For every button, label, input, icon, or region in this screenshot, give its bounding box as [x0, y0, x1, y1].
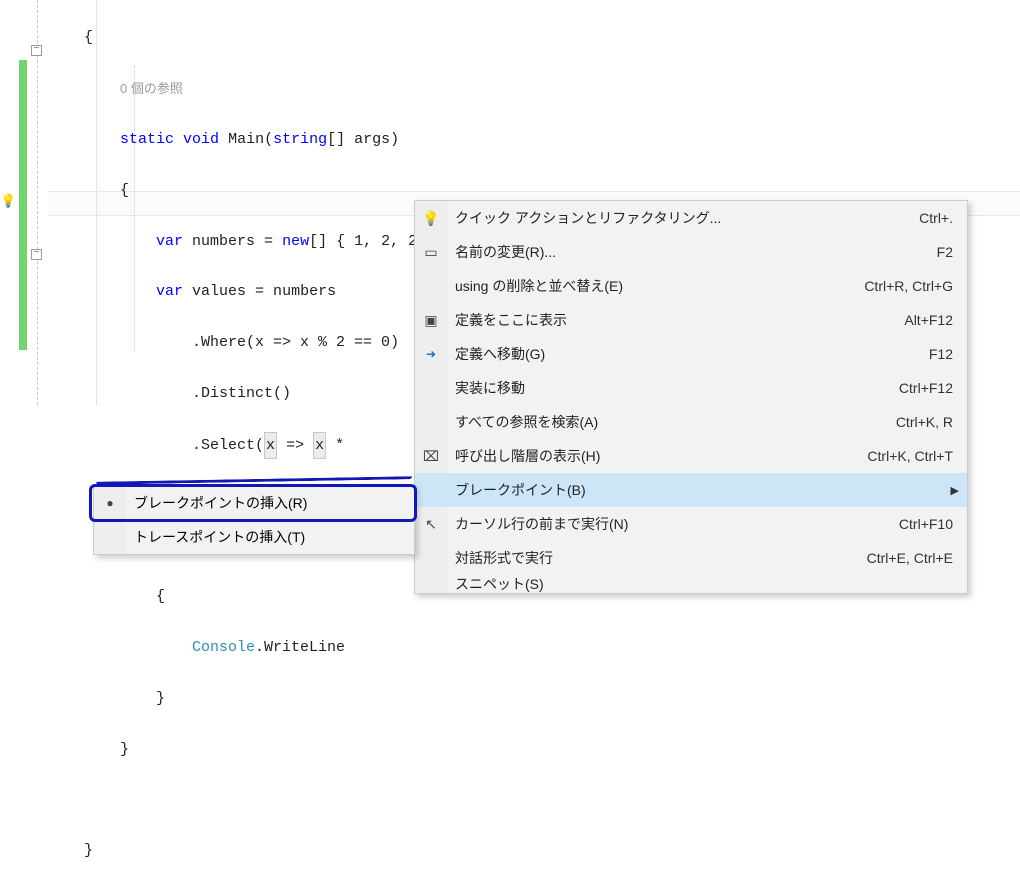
fold-toggle[interactable]: − — [31, 249, 42, 260]
goto-definition-icon: ➜ — [421, 347, 441, 361]
menu-call-hierarchy[interactable]: ⌧ 呼び出し階層の表示(H) Ctrl+K, Ctrl+T — [415, 439, 967, 473]
submenu-insert-breakpoint[interactable]: ● ブレークポイントの挿入(R) — [94, 486, 414, 520]
menu-quick-actions[interactable]: 💡 クイック アクションとリファクタリング... Ctrl+. — [415, 201, 967, 235]
breakpoint-dot-icon: ● — [100, 496, 120, 510]
lightbulb-icon[interactable]: 💡 — [0, 194, 14, 209]
fold-toggle[interactable]: − — [31, 45, 42, 56]
editor-gutter: − − 💡 — [0, 0, 48, 614]
menu-find-references[interactable]: すべての参照を検索(A) Ctrl+K, R — [415, 405, 967, 439]
menu-peek-definition[interactable]: ▣ 定義をここに表示 Alt+F12 — [415, 303, 967, 337]
call-hierarchy-icon: ⌧ — [421, 448, 441, 465]
lightbulb-icon: 💡 — [421, 210, 441, 227]
menu-breakpoint[interactable]: ブレークポイント(B) ▶ — [415, 473, 967, 507]
outline-connector — [37, 0, 38, 405]
breakpoint-submenu: ● ブレークポイントの挿入(R) トレースポイントの挿入(T) — [93, 485, 415, 555]
menu-rename[interactable]: ▭ 名前の変更(R)... F2 — [415, 235, 967, 269]
submenu-arrow-icon: ▶ — [951, 484, 959, 497]
peek-definition-icon: ▣ — [421, 312, 441, 329]
menu-organize-usings[interactable]: using の削除と並べ替え(E) Ctrl+R, Ctrl+G — [415, 269, 967, 303]
menu-snippet[interactable]: スニペット(S) — [415, 575, 967, 593]
code-brace: { — [84, 29, 93, 46]
menu-execute-interactive[interactable]: 対話形式で実行 Ctrl+E, Ctrl+E — [415, 541, 967, 575]
change-bar — [19, 60, 27, 350]
context-menu: 💡 クイック アクションとリファクタリング... Ctrl+. ▭ 名前の変更(… — [414, 200, 968, 594]
submenu-insert-tracepoint[interactable]: トレースポイントの挿入(T) — [94, 520, 414, 554]
menu-run-to-cursor[interactable]: ↖ カーソル行の前まで実行(N) Ctrl+F10 — [415, 507, 967, 541]
rename-icon: ▭ — [421, 244, 441, 261]
references-codelens[interactable]: 0 個の参照 — [120, 81, 183, 96]
cursor-icon: ↖ — [421, 516, 441, 533]
highlighted-variable: x — [264, 432, 277, 459]
highlighted-variable: x — [313, 432, 326, 459]
menu-goto-definition[interactable]: ➜ 定義へ移動(G) F12 — [415, 337, 967, 371]
menu-goto-implementation[interactable]: 実装に移動 Ctrl+F12 — [415, 371, 967, 405]
